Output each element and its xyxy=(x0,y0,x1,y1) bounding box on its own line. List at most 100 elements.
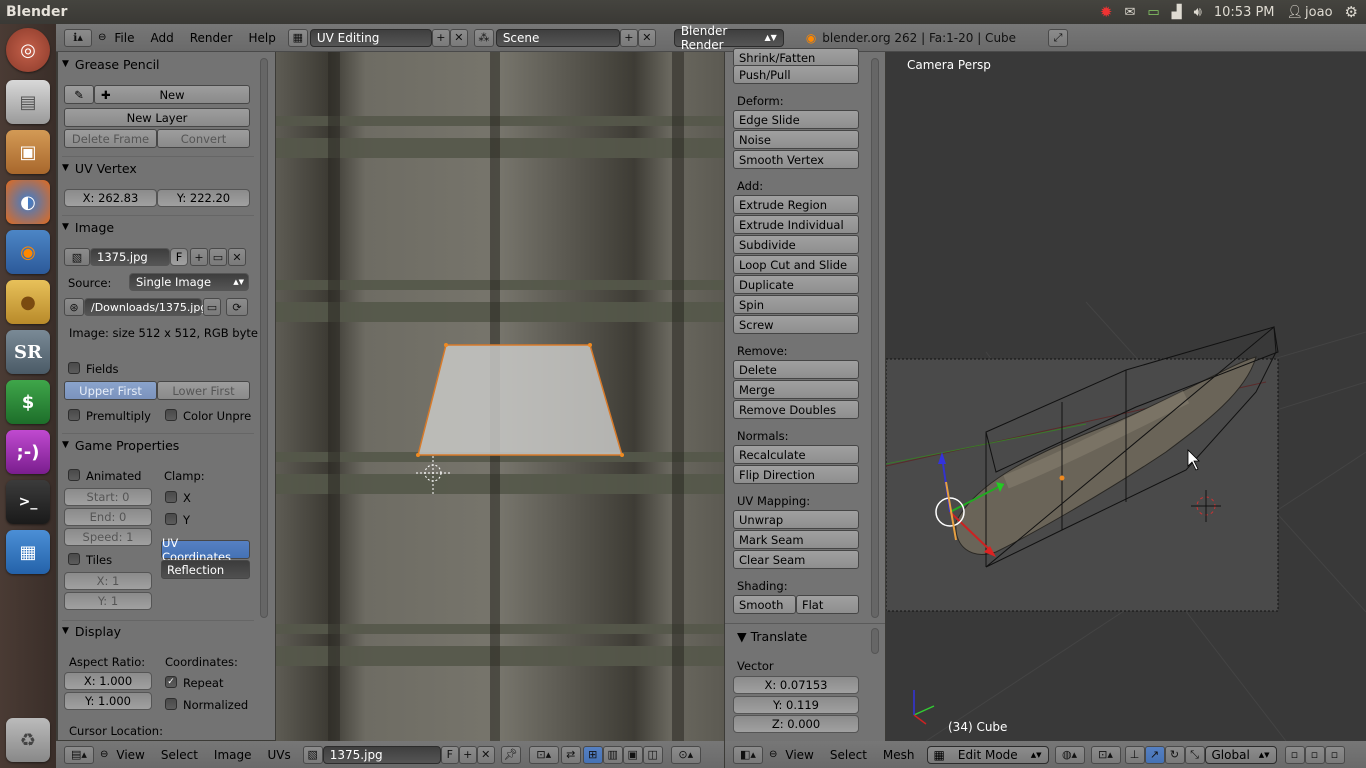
workspace-icon[interactable]: ▦ xyxy=(6,530,50,574)
tool-delete[interactable]: Delete xyxy=(733,360,859,379)
vertex-select-icon[interactable]: ⊞ xyxy=(582,745,603,764)
ubuntu-dash-icon[interactable]: ◎ xyxy=(6,28,50,72)
files-icon[interactable]: ▤ xyxy=(6,80,50,124)
scene-icon[interactable]: ⁂ xyxy=(473,28,494,47)
lower-first-button[interactable]: Lower First xyxy=(157,381,250,400)
delete-frame-button[interactable]: Delete Frame xyxy=(64,129,157,148)
uv-menu-view[interactable]: View xyxy=(116,748,144,762)
repeat-checkbox[interactable]: ✓ xyxy=(165,676,177,688)
render-engine-select[interactable]: Blender Render ▲▼ xyxy=(673,24,784,52)
pivot-point-icon[interactable]: ⊡▴ xyxy=(1090,745,1121,764)
face-select-icon[interactable]: ▣ xyxy=(622,745,643,764)
image-header[interactable]: Image xyxy=(62,217,252,237)
shade-flat-button[interactable]: Flat xyxy=(796,595,859,614)
chat-icon[interactable]: ;-) xyxy=(6,430,50,474)
new-layer-button[interactable]: New Layer xyxy=(64,108,250,127)
tool-extrude-region[interactable]: Extrude Region xyxy=(733,195,859,214)
tool-extrude-individual[interactable]: Extrude Individual xyxy=(733,215,859,234)
view3d-menu-view[interactable]: View xyxy=(785,748,813,762)
mode-select[interactable]: ▦ Edit Mode ▲▼ xyxy=(926,745,1049,764)
convert-button[interactable]: Convert xyxy=(157,129,250,148)
image-browse-icon[interactable]: ▧ xyxy=(64,248,90,266)
aspect-x-field[interactable]: X: 1.000 xyxy=(64,672,152,690)
uv-menu-uvs[interactable]: UVs xyxy=(268,748,291,762)
shading-icon[interactable]: ◍▴ xyxy=(1054,745,1085,764)
clock[interactable]: 10:53 PM xyxy=(1214,5,1275,20)
3d-viewport[interactable]: Camera Persp (34) Cube xyxy=(886,52,1366,741)
pin-icon[interactable]: 📌︎ xyxy=(500,745,521,764)
translate-scrollbar[interactable] xyxy=(871,628,879,654)
reload-icon[interactable]: ⟳ xyxy=(226,298,248,316)
premultiply-checkbox[interactable] xyxy=(68,409,80,421)
sr-icon[interactable]: SR xyxy=(6,330,50,374)
footer-fake-user[interactable]: F xyxy=(440,745,459,764)
manipulator-icon[interactable]: ⊥ xyxy=(1124,745,1145,764)
texture-canvas[interactable] xyxy=(276,52,724,741)
terminal-icon[interactable]: >_ xyxy=(6,480,50,524)
image-browse-icon[interactable]: ▧ xyxy=(302,745,323,764)
pivot-icon[interactable]: ⊡▴ xyxy=(528,745,559,764)
editor-type-icon[interactable]: ▤▴ xyxy=(64,745,94,764)
normalized-checkbox[interactable] xyxy=(165,698,177,710)
tool-flip-direction[interactable]: Flip Direction xyxy=(733,465,859,484)
add-layout-icon[interactable]: + xyxy=(431,28,450,47)
color-unpremultiply-checkbox[interactable] xyxy=(165,409,177,421)
display-header[interactable]: Display xyxy=(62,621,252,641)
start-field[interactable]: Start: 0 xyxy=(64,488,152,506)
orientation-select[interactable]: Global ▲▼ xyxy=(1204,745,1277,764)
menu-add[interactable]: Add xyxy=(150,31,173,45)
uv-menu-select[interactable]: Select xyxy=(161,748,198,762)
footer-image-field[interactable]: 1375.jpg xyxy=(322,745,441,764)
uv-menu-image[interactable]: Image xyxy=(214,748,252,762)
archive-icon[interactable]: ▣ xyxy=(6,130,50,174)
shade-smooth-button[interactable]: Smooth xyxy=(733,595,796,614)
footer-close-image-icon[interactable]: ✕ xyxy=(476,745,495,764)
clamp-x-checkbox[interactable] xyxy=(165,491,177,503)
sync-select-icon[interactable]: ⇄ xyxy=(560,745,581,764)
3d-editor-type-icon[interactable]: ◧▴ xyxy=(733,745,763,764)
tool-unwrap[interactable]: Unwrap xyxy=(733,510,859,529)
fullscreen-icon[interactable]: ⤢ xyxy=(1048,28,1069,47)
uv-image-editor[interactable] xyxy=(276,52,724,741)
translate-z[interactable]: Z: 0.000 xyxy=(733,715,859,733)
scale-icon[interactable]: ⤡ xyxy=(1184,745,1205,764)
translate-x[interactable]: X: 0.07153 xyxy=(733,676,859,694)
grease-new-button[interactable]: ✚ New xyxy=(94,85,250,104)
uv-face[interactable] xyxy=(417,344,623,456)
image-new-icon[interactable]: + xyxy=(190,248,208,266)
aspect-y-field[interactable]: Y: 1.000 xyxy=(64,692,152,710)
uv-vertex-y[interactable]: Y: 222.20 xyxy=(157,189,250,207)
image-unlink-icon[interactable]: ✕ xyxy=(228,248,246,266)
layout-field[interactable]: UV Editing xyxy=(309,28,432,47)
layer3-icon[interactable]: ▫ xyxy=(1324,745,1345,764)
translate-y[interactable]: Y: 0.119 xyxy=(733,696,859,714)
blender-icon[interactable]: ◉ xyxy=(6,230,50,274)
image-path-field[interactable]: /Downloads/1375.jpg xyxy=(84,298,207,316)
panel-scrollbar[interactable] xyxy=(260,58,268,618)
view3d-menu-mesh[interactable]: Mesh xyxy=(883,748,915,762)
edge-select-icon[interactable]: ▥ xyxy=(602,745,623,764)
user-name[interactable]: joao xyxy=(1305,5,1333,20)
tool-clear-seam[interactable]: Clear Seam xyxy=(733,550,859,569)
image-name-field[interactable]: 1375.jpg xyxy=(90,248,170,266)
tool-smooth-vertex[interactable]: Smooth Vertex xyxy=(733,150,859,169)
source-select[interactable]: Single Image ▲▼ xyxy=(129,273,249,291)
cookie-icon[interactable]: ● xyxy=(6,280,50,324)
fields-checkbox[interactable] xyxy=(68,362,80,374)
tool-duplicate[interactable]: Duplicate xyxy=(733,275,859,294)
grease-pencil-header[interactable]: Grease Pencil xyxy=(62,54,252,74)
view3d-menu-select[interactable]: Select xyxy=(830,748,867,762)
collapse-icon[interactable]: ⊖ xyxy=(98,32,106,43)
layer-icon[interactable]: ▫ xyxy=(1284,745,1305,764)
tool-loop-cut[interactable]: Loop Cut and Slide xyxy=(733,255,859,274)
tool-mark-seam[interactable]: Mark Seam xyxy=(733,530,859,549)
collapse-icon[interactable]: ⊖ xyxy=(769,749,777,760)
reflection-button[interactable]: Reflection xyxy=(161,560,250,579)
mail-icon[interactable]: ✉ xyxy=(1124,5,1135,20)
tool-push-pull[interactable]: Push/Pull xyxy=(733,65,859,84)
scene-field[interactable]: Scene xyxy=(495,28,620,47)
tiles-x-field[interactable]: X: 1 xyxy=(64,572,152,590)
uv-vertex-header[interactable]: UV Vertex xyxy=(62,158,252,178)
money-icon[interactable]: $ xyxy=(6,380,50,424)
volume-icon[interactable]: 🔊︎ xyxy=(1194,5,1202,20)
